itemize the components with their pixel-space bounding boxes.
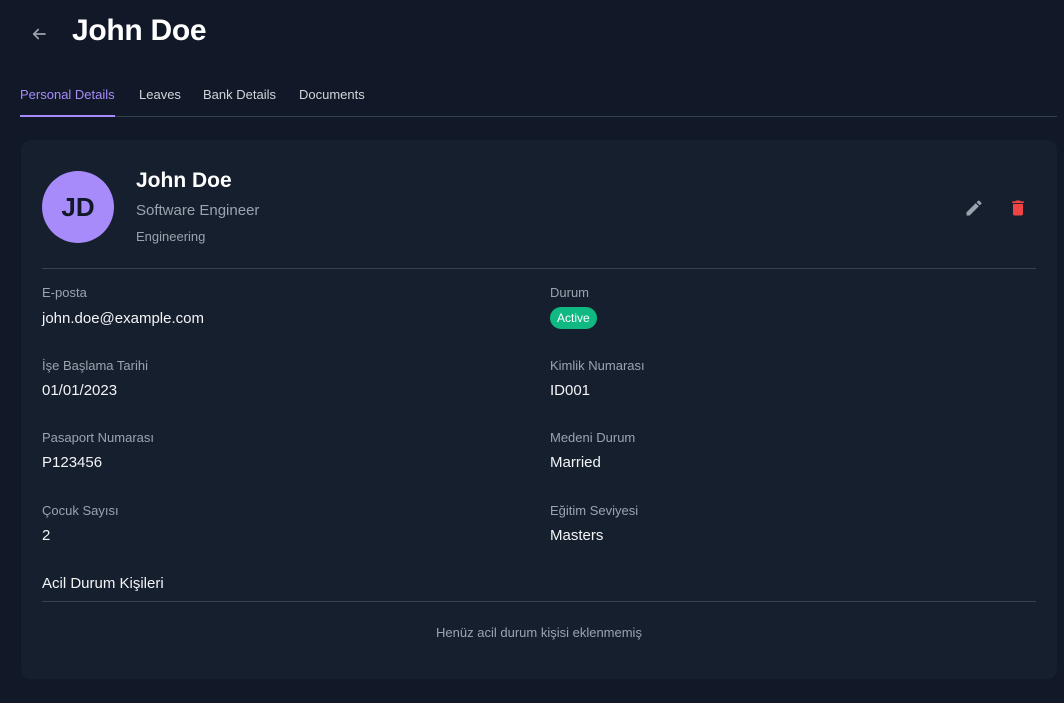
tab-personal-details[interactable]: Personal Details xyxy=(20,80,115,117)
emergency-contacts-title: Acil Durum Kişileri xyxy=(42,575,164,592)
tab-documents[interactable]: Documents xyxy=(299,80,365,117)
pencil-icon xyxy=(966,200,982,216)
tab-bar: Personal Details Leaves Bank Details Doc… xyxy=(20,80,1057,117)
marital-status-value: Married xyxy=(550,454,601,471)
passport-value: P123456 xyxy=(42,454,103,471)
delete-button[interactable] xyxy=(1006,196,1030,220)
arrow-left-icon xyxy=(32,28,46,40)
employee-role: Software Engineer xyxy=(136,202,260,219)
trash-icon xyxy=(1012,200,1024,216)
children-count-value: 2 xyxy=(42,527,51,544)
back-button[interactable] xyxy=(27,22,51,46)
page-title: John Doe xyxy=(72,14,207,47)
education-value: Masters xyxy=(550,527,604,544)
page-header: John Doe xyxy=(0,0,1064,70)
employee-name: John Doe xyxy=(136,169,232,192)
status-label: Durum xyxy=(550,285,590,300)
tab-bank-details[interactable]: Bank Details xyxy=(203,80,276,117)
children-count-label: Çocuk Sayısı xyxy=(42,503,119,518)
id-number-value: ID001 xyxy=(550,382,591,399)
avatar: JD xyxy=(42,171,114,243)
employee-department: Engineering xyxy=(136,229,206,244)
status-badge: Active xyxy=(550,307,597,329)
marital-status-label: Medeni Durum xyxy=(550,430,636,445)
header-divider xyxy=(42,268,1036,269)
start-date-label: İşe Başlama Tarihi xyxy=(42,358,148,373)
emergency-divider xyxy=(42,601,1036,602)
passport-label: Pasaport Numarası xyxy=(42,430,154,445)
id-number-label: Kimlik Numarası xyxy=(550,358,645,373)
employee-card: JD John Doe Software Engineer Engineerin… xyxy=(21,140,1057,679)
email-value: john.doe@example.com xyxy=(42,310,204,327)
emergency-empty-message: Henüz acil durum kişisi eklenmemiş xyxy=(436,625,642,640)
tab-leaves[interactable]: Leaves xyxy=(139,80,181,117)
start-date-value: 01/01/2023 xyxy=(42,382,118,399)
education-label: Eğitim Seviyesi xyxy=(550,503,639,518)
edit-button[interactable] xyxy=(962,196,986,220)
email-label: E-posta xyxy=(42,285,87,300)
